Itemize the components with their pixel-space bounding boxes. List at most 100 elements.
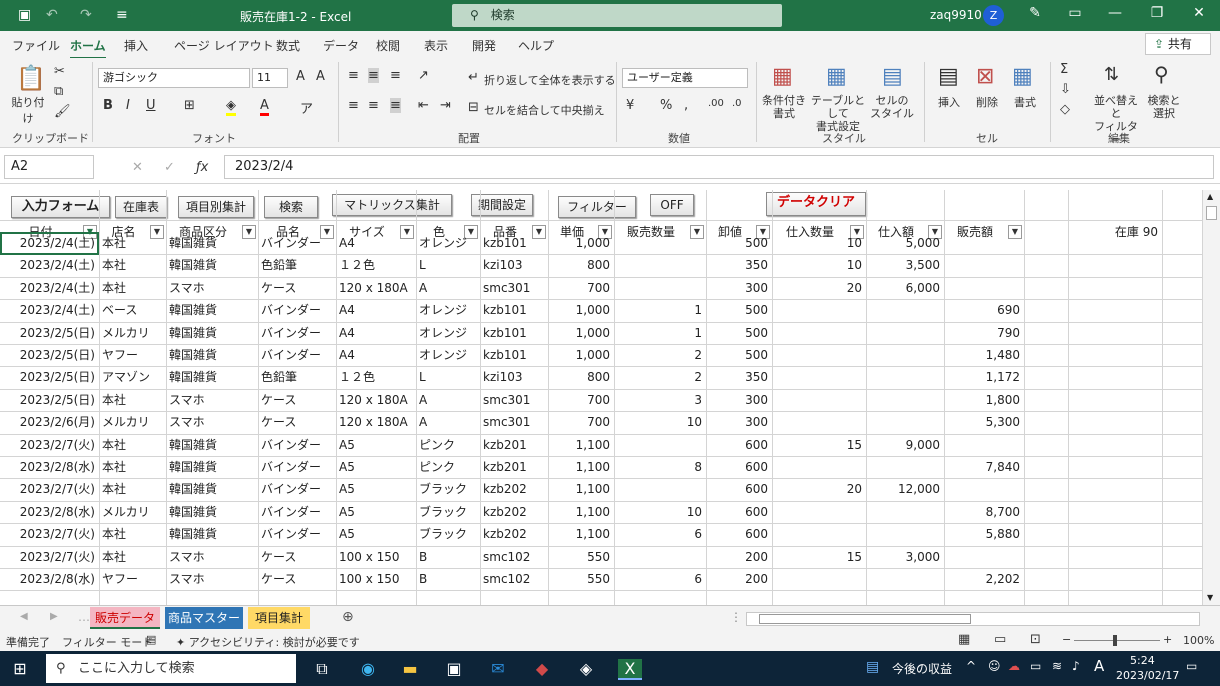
table-cell[interactable]: 韓国雑貨 xyxy=(166,299,258,321)
table-cell[interactable]: 韓国雑貨 xyxy=(166,232,258,254)
increase-font-icon[interactable]: A xyxy=(296,69,305,84)
table-cell[interactable] xyxy=(772,322,866,344)
decrease-indent-icon[interactable]: ⇤ xyxy=(418,98,429,113)
app2-icon[interactable]: ◈ xyxy=(574,659,598,678)
data-clear-button[interactable]: データクリア xyxy=(766,192,866,216)
table-cell[interactable]: 120 x 180A xyxy=(336,277,416,299)
table-cell[interactable]: 1,480 xyxy=(944,344,1024,366)
table-cell[interactable]: 2023/2/8(水) xyxy=(0,501,99,523)
table-cell[interactable]: 300 xyxy=(706,411,772,433)
table-cell[interactable]: ブラック xyxy=(416,523,480,545)
table-cell[interactable] xyxy=(866,366,944,388)
table-cell[interactable]: 2023/2/7(火) xyxy=(0,434,99,456)
table-cell[interactable]: A5 xyxy=(336,478,416,500)
table-cell[interactable]: ケース xyxy=(258,411,336,433)
undo-icon[interactable]: ↶ xyxy=(46,7,58,23)
tab-scroll-right-icon[interactable]: ▶ xyxy=(50,611,58,622)
align-left-icon[interactable]: ≡ xyxy=(348,98,359,113)
table-cell[interactable] xyxy=(614,434,706,456)
table-cell[interactable]: 1,100 xyxy=(548,456,614,478)
wrap-text-button[interactable]: 折り返して全体を表示する xyxy=(484,72,616,88)
formula-input[interactable]: 2023/2/4 xyxy=(224,155,1214,179)
table-cell[interactable] xyxy=(772,568,866,590)
format-painter-icon[interactable]: 🖌 xyxy=(54,104,71,119)
normal-view-icon[interactable]: ▦ xyxy=(958,632,970,647)
table-cell[interactable] xyxy=(866,322,944,344)
fill-color-icon[interactable]: ◈ xyxy=(226,98,236,116)
ribbon-display-icon[interactable]: ▭ xyxy=(1060,5,1090,21)
excel-taskbar-icon[interactable]: X xyxy=(618,659,642,680)
orientation-icon[interactable]: ↗ xyxy=(418,68,429,83)
zoom-slider[interactable] xyxy=(1074,640,1160,641)
table-cell[interactable]: バインダー xyxy=(258,523,336,545)
table-cell[interactable] xyxy=(944,478,1024,500)
table-cell[interactable]: A4 xyxy=(336,299,416,321)
conditional-format-button[interactable]: 条件付き 書式 xyxy=(760,94,808,120)
scroll-up-icon[interactable]: ▲ xyxy=(1207,192,1213,201)
edge-icon[interactable]: ◉ xyxy=(356,659,380,678)
table-cell[interactable]: ヤフー xyxy=(99,568,166,590)
table-cell[interactable]: 2023/2/7(火) xyxy=(0,478,99,500)
table-cell[interactable]: kzb201 xyxy=(480,434,548,456)
table-cell[interactable]: 2023/2/6(月) xyxy=(0,411,99,433)
cancel-icon[interactable]: ✕ xyxy=(132,160,143,175)
italic-button[interactable]: I xyxy=(126,98,130,113)
horizontal-scroll-thumb[interactable] xyxy=(759,614,971,624)
table-cell[interactable]: 本社 xyxy=(99,277,166,299)
matrix-summary-button[interactable]: マトリックス集計 xyxy=(332,194,452,216)
confirm-icon[interactable]: ✓ xyxy=(164,160,175,175)
table-cell[interactable]: １２色 xyxy=(336,254,416,276)
format-as-table-button[interactable]: テーブルとして 書式設定 xyxy=(806,94,870,133)
table-cell[interactable] xyxy=(772,299,866,321)
table-cell[interactable]: 790 xyxy=(944,322,1024,344)
table-cell[interactable]: 300 xyxy=(706,389,772,411)
table-cell[interactable] xyxy=(772,366,866,388)
table-cell[interactable]: オレンジ xyxy=(416,322,480,344)
percent-icon[interactable]: % xyxy=(660,98,672,113)
table-cell[interactable]: 2023/2/5(日) xyxy=(0,344,99,366)
table-cell[interactable]: 韓国雑貨 xyxy=(166,366,258,388)
align-bottom-icon[interactable]: ≡ xyxy=(390,68,401,83)
align-right-icon[interactable]: ≡ xyxy=(390,98,401,113)
tray-app-icon[interactable]: ☺ xyxy=(988,659,1001,673)
table-cell[interactable]: 15 xyxy=(772,546,866,568)
menu-insert[interactable]: 挿入 xyxy=(124,37,148,54)
table-cell[interactable]: 3 xyxy=(614,389,706,411)
table-cell[interactable]: 2 xyxy=(614,366,706,388)
zoom-in-icon[interactable]: + xyxy=(1163,633,1172,646)
table-cell[interactable]: 2023/2/8(水) xyxy=(0,456,99,478)
table-cell[interactable]: ケース xyxy=(258,389,336,411)
find-select-button[interactable]: 検索と 選択 xyxy=(1144,94,1184,120)
table-cell[interactable] xyxy=(772,389,866,411)
table-cell[interactable]: kzb101 xyxy=(480,232,548,254)
cell-styles-button[interactable]: セルの スタイル xyxy=(866,94,918,120)
table-cell[interactable]: kzi103 xyxy=(480,366,548,388)
table-cell[interactable]: kzb202 xyxy=(480,478,548,500)
table-cell[interactable]: 12,000 xyxy=(866,478,944,500)
tab-item-summary[interactable]: 項目集計 xyxy=(248,607,310,629)
fill-icon[interactable]: ⇩ xyxy=(1060,82,1071,97)
table-cell[interactable]: 2 xyxy=(614,344,706,366)
table-cell[interactable]: A xyxy=(416,411,480,433)
table-cell[interactable]: 1,800 xyxy=(944,389,1024,411)
table-cell[interactable]: バインダー xyxy=(258,299,336,321)
taskbar-search[interactable]: ⚲ ここに入力して検索 xyxy=(46,654,296,683)
table-cell[interactable]: 2023/2/8(水) xyxy=(0,568,99,590)
table-cell[interactable]: 10 xyxy=(614,501,706,523)
table-cell[interactable]: 800 xyxy=(548,254,614,276)
table-cell[interactable] xyxy=(772,523,866,545)
table-cell[interactable] xyxy=(944,277,1024,299)
battery-icon[interactable]: ▭ xyxy=(1030,659,1041,673)
table-cell[interactable]: 8,700 xyxy=(944,501,1024,523)
table-cell[interactable]: 本社 xyxy=(99,478,166,500)
table-cell[interactable]: A xyxy=(416,277,480,299)
table-cell[interactable]: 本社 xyxy=(99,456,166,478)
table-cell[interactable]: 韓国雑貨 xyxy=(166,478,258,500)
table-cell[interactable]: 10 xyxy=(772,254,866,276)
table-cell[interactable]: スマホ xyxy=(166,411,258,433)
cell-styles-icon[interactable]: ▤ xyxy=(882,64,903,89)
table-cell[interactable]: 2023/2/5(日) xyxy=(0,366,99,388)
borders-icon[interactable]: ⊞ xyxy=(184,98,195,113)
table-cell[interactable]: 500 xyxy=(706,322,772,344)
table-cell[interactable]: オレンジ xyxy=(416,344,480,366)
